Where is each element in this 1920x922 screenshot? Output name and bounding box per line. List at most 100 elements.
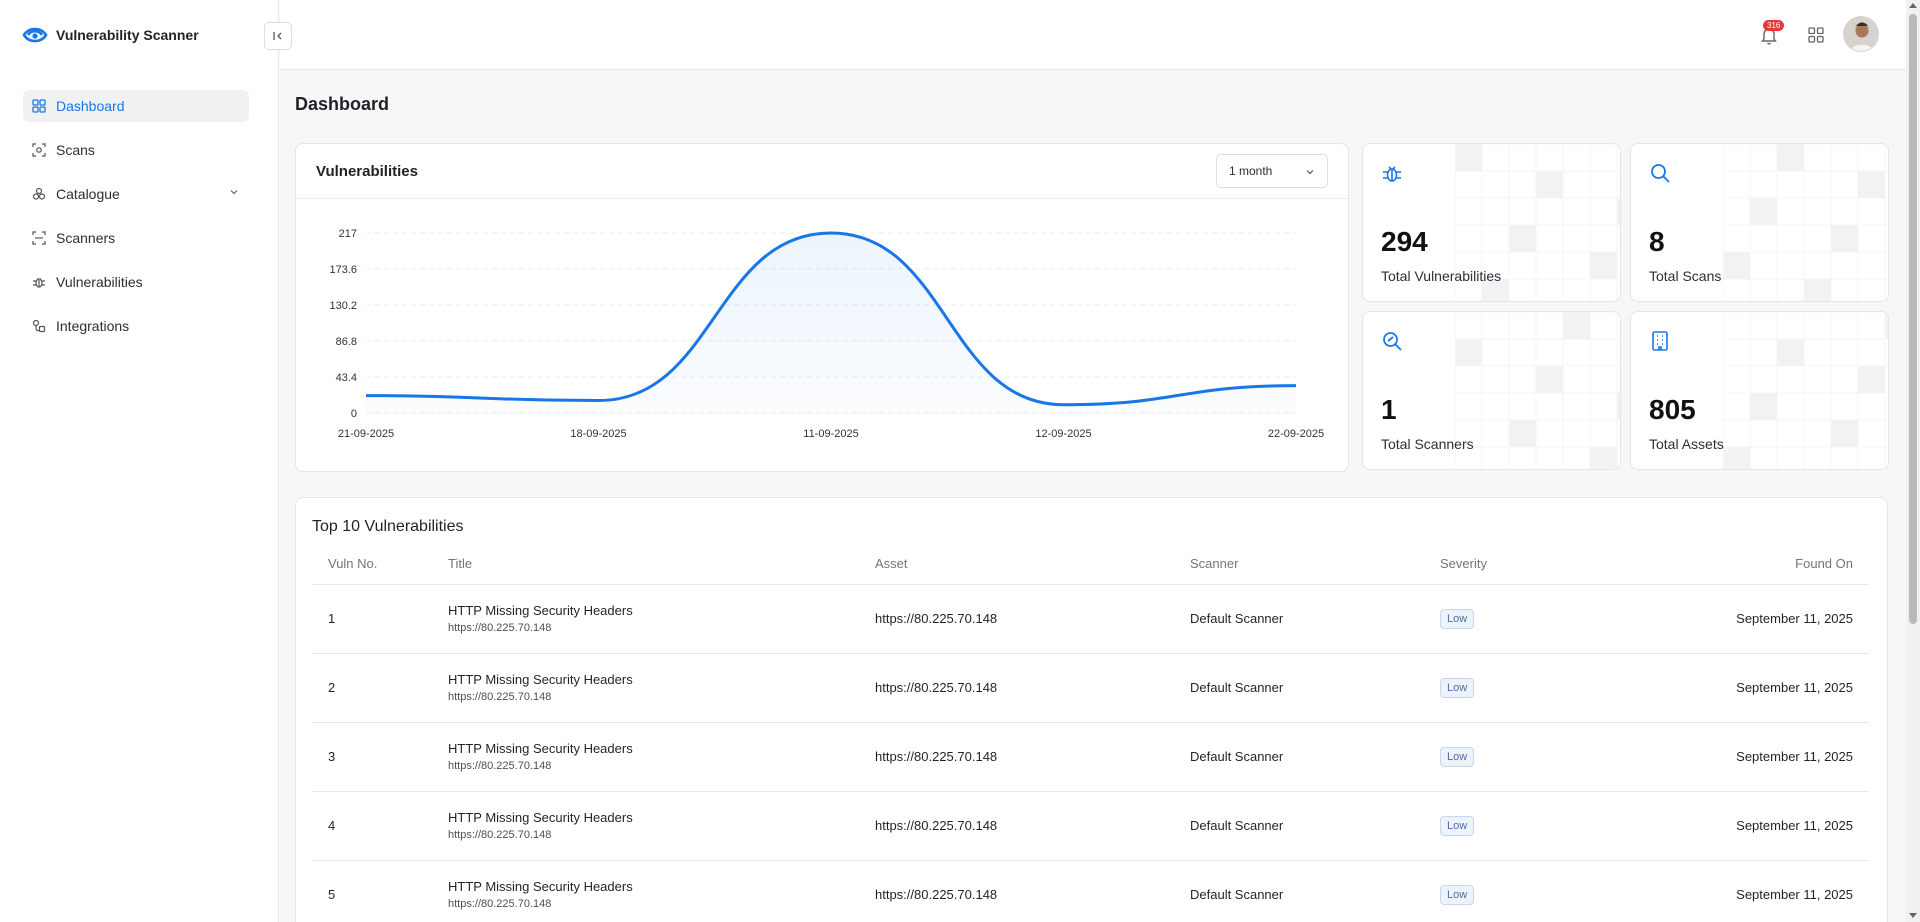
avatar[interactable] (1843, 16, 1879, 52)
stat-label: Total Vulnerabilities (1381, 268, 1502, 284)
stat-value: 1 (1381, 394, 1397, 425)
y-tick-label: 173.6 (329, 264, 357, 276)
bug-icon (31, 274, 47, 290)
vuln-found-on: September 11, 2025 (1654, 722, 1869, 792)
background-pattern (1723, 144, 1888, 301)
vuln-severity-cell: Low (1424, 722, 1654, 792)
eye-logo-icon (22, 27, 48, 43)
vuln-subtitle: https://80.225.70.148 (448, 760, 552, 772)
stat-card-total-scanners[interactable]: 1 Total Scanners (1362, 311, 1621, 470)
table-title: Top 10 Vulnerabilities (312, 518, 464, 535)
sidebar-item-scans[interactable]: Scans (23, 134, 249, 166)
table-row[interactable]: 2 HTTP Missing Security Headers https://… (312, 653, 1869, 723)
user-avatar-image (1844, 17, 1878, 51)
sidebar-item-label: Integrations (56, 318, 130, 334)
vuln-scanner: Default Scanner (1174, 653, 1424, 723)
table-row[interactable]: 1 HTTP Missing Security Headers https://… (312, 584, 1869, 654)
sidebar-item-integrations[interactable]: Integrations (23, 310, 249, 342)
collapse-sidebar-button[interactable] (264, 22, 292, 50)
vuln-number: 2 (312, 653, 432, 723)
column-header[interactable]: Asset (859, 543, 1174, 585)
building-icon (1652, 331, 1668, 351)
table-header-row: Vuln No. Title Asset Scanner Severity Fo… (312, 543, 1869, 585)
vuln-subtitle: https://80.225.70.148 (448, 691, 552, 703)
background-pattern (1455, 312, 1620, 469)
collapse-icon (273, 32, 282, 40)
stat-card-total-scans[interactable]: 8 Total Scans (1630, 143, 1889, 302)
sidebar-item-dashboard[interactable]: Dashboard (23, 90, 249, 122)
vulnerabilities-chart-card: Vulnerabilities 1 month 0 43.4 86.8 130.2 17… (295, 143, 1349, 472)
table-row[interactable]: 3 HTTP Missing Security Headers https://… (312, 722, 1869, 792)
vuln-scanner: Default Scanner (1174, 791, 1424, 861)
vuln-title-cell: HTTP Missing Security Headers https://80… (432, 791, 859, 861)
vuln-asset: https://80.225.70.148 (859, 584, 1174, 654)
scanner-icon (31, 230, 47, 246)
brand[interactable]: Vulnerability Scanner (22, 24, 199, 46)
table-row[interactable]: 4 HTTP Missing Security Headers https://… (312, 791, 1869, 861)
topbar: 316 (280, 0, 1906, 70)
vuln-severity-cell: Low (1424, 791, 1654, 861)
vuln-severity-cell: Low (1424, 860, 1654, 922)
vuln-title-cell: HTTP Missing Security Headers https://80… (432, 722, 859, 792)
column-header[interactable]: Vuln No. (312, 543, 432, 585)
chevron-down-icon[interactable] (229, 187, 239, 197)
scan-icon (31, 142, 47, 158)
dashboard-icon (31, 98, 47, 114)
apps-grid-icon[interactable] (1806, 25, 1826, 45)
x-tick-label: 18-09-2025 (570, 428, 626, 440)
scan-search-icon (1383, 332, 1402, 351)
column-header[interactable]: Title (432, 543, 859, 585)
vuln-title[interactable]: HTTP Missing Security Headers (448, 603, 859, 618)
sidebar-nav: Dashboard Scans Catalogue Scanners Vulne… (23, 90, 249, 354)
vuln-found-on: September 11, 2025 (1654, 791, 1869, 861)
vuln-found-on: September 11, 2025 (1654, 584, 1869, 654)
vuln-number: 3 (312, 722, 432, 792)
column-header[interactable]: Severity (1424, 543, 1654, 585)
vuln-number: 5 (312, 860, 432, 922)
stat-card-total-vulnerabilities[interactable]: 294 Total Vulnerabilities (1362, 143, 1621, 302)
column-header[interactable]: Found On (1654, 543, 1869, 585)
vuln-subtitle: https://80.225.70.148 (448, 898, 552, 910)
sidebar-item-catalogue[interactable]: Catalogue (23, 178, 249, 210)
vuln-asset: https://80.225.70.148 (859, 653, 1174, 723)
top-vulnerabilities-table: Vuln No. Title Asset Scanner Severity Fo… (312, 543, 1869, 922)
bug-icon (1383, 166, 1401, 182)
y-tick-label: 0 (351, 408, 357, 420)
y-tick-label: 217 (339, 228, 357, 240)
stat-value: 805 (1649, 394, 1696, 425)
sidebar-item-scanners[interactable]: Scanners (23, 222, 249, 254)
stat-card-total-assets[interactable]: 805 Total Assets (1630, 311, 1889, 470)
vuln-scanner: Default Scanner (1174, 860, 1424, 922)
vuln-asset: https://80.225.70.148 (859, 791, 1174, 861)
integrations-icon (31, 318, 47, 334)
stat-label: Total Scans (1649, 268, 1722, 284)
app-name: Vulnerability Scanner (56, 27, 199, 43)
table-row[interactable]: 5 HTTP Missing Security Headers https://… (312, 860, 1869, 922)
y-tick-label: 86.8 (336, 336, 357, 348)
vuln-title[interactable]: HTTP Missing Security Headers (448, 672, 859, 687)
notification-badge: 316 (1763, 20, 1785, 31)
scroll-down-arrow[interactable] (1909, 913, 1917, 918)
vuln-title[interactable]: HTTP Missing Security Headers (448, 879, 859, 894)
vuln-title[interactable]: HTTP Missing Security Headers (448, 810, 859, 825)
severity-badge: Low (1440, 746, 1475, 767)
x-tick-label: 12-09-2025 (1035, 428, 1091, 440)
stat-label: Total Assets (1649, 436, 1724, 452)
sidebar-item-vulnerabilities[interactable]: Vulnerabilities (23, 266, 249, 298)
vuln-title[interactable]: HTTP Missing Security Headers (448, 741, 859, 756)
sidebar-item-label: Dashboard (56, 98, 125, 114)
scroll-up-arrow[interactable] (1909, 3, 1917, 8)
stat-label: Total Scanners (1381, 436, 1474, 452)
chart-header: Vulnerabilities 1 month (296, 144, 1348, 199)
column-header[interactable]: Scanner (1174, 543, 1424, 585)
vuln-title-cell: HTTP Missing Security Headers https://80… (432, 653, 859, 723)
vuln-title-cell: HTTP Missing Security Headers https://80… (432, 860, 859, 922)
vuln-scanner: Default Scanner (1174, 584, 1424, 654)
vuln-number: 4 (312, 791, 432, 861)
vuln-severity-cell: Low (1424, 653, 1654, 723)
period-select[interactable]: 1 month (1216, 154, 1328, 188)
vuln-number: 1 (312, 584, 432, 654)
page-scrollbar[interactable] (1906, 0, 1920, 922)
scroll-thumb[interactable] (1909, 14, 1917, 624)
chevron-down-icon (1306, 170, 1314, 175)
